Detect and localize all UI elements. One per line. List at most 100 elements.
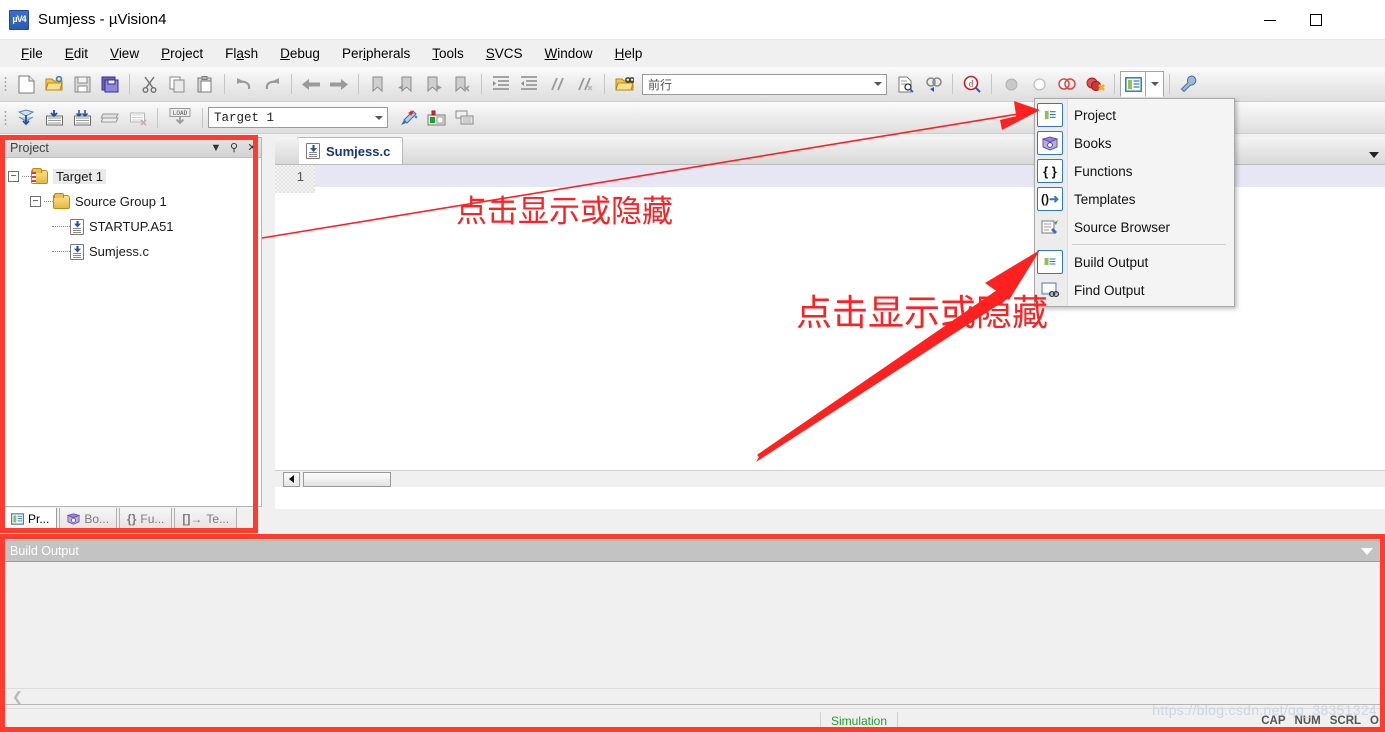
menu-project[interactable]: Project xyxy=(150,43,214,64)
tree-node-startup-a51[interactable]: STARTUP.A51 xyxy=(8,214,257,239)
navigate-back-button[interactable] xyxy=(297,71,325,97)
multi-project-button[interactable] xyxy=(450,105,478,131)
target-options-button[interactable] xyxy=(394,105,422,131)
tree-node-target[interactable]: − Target 1 xyxy=(8,164,257,189)
target-selector-value[interactable]: Target 1 xyxy=(209,111,370,125)
toolbar-grip[interactable] xyxy=(4,109,7,126)
debug-session-button[interactable]: d xyxy=(958,71,986,97)
menu-item-label: Build Output xyxy=(1074,254,1149,270)
menu-item-find-output[interactable]: Find Output xyxy=(1041,276,1234,304)
menu-debug[interactable]: Debug xyxy=(269,43,331,64)
tree-node-sumjess-c[interactable]: Sumjess.c xyxy=(8,239,257,264)
breakpoint-insert-button[interactable] xyxy=(997,71,1025,97)
project-window-toggle-button[interactable] xyxy=(1120,71,1146,97)
toolbar-grip[interactable] xyxy=(4,76,7,92)
stop-build-button[interactable] xyxy=(124,105,152,131)
batch-build-button[interactable] xyxy=(96,105,124,131)
tab-templates[interactable]: []→ Te... xyxy=(174,508,238,531)
uncomment-button[interactable] xyxy=(571,71,599,97)
comment-button[interactable] xyxy=(543,71,571,97)
bookmark-prev-icon xyxy=(398,76,412,92)
manage-components-button[interactable] xyxy=(422,105,450,131)
navigate-forward-button[interactable] xyxy=(325,71,353,97)
bookmark-clear-button[interactable] xyxy=(448,71,476,97)
pin-icon[interactable]: ⚲ xyxy=(225,139,243,157)
line-number: 1 xyxy=(296,168,304,184)
menu-peripherals[interactable]: Peripherals xyxy=(331,43,421,64)
outdent-button[interactable] xyxy=(515,71,543,97)
menu-item-books[interactable]: Books xyxy=(1037,129,1234,157)
indent-button[interactable] xyxy=(487,71,515,97)
editor-horizontal-scrollbar[interactable] xyxy=(275,470,1385,487)
build-output-content[interactable] xyxy=(4,562,1381,688)
menu-help[interactable]: Help xyxy=(604,43,654,64)
new-file-button[interactable] xyxy=(12,71,40,97)
bookmark-next-button[interactable] xyxy=(420,71,448,97)
find-in-files-button[interactable] xyxy=(610,71,638,97)
open-file-button[interactable] xyxy=(40,71,68,97)
chevron-left-icon[interactable]: ❮ xyxy=(12,690,23,703)
menu-separator xyxy=(1072,244,1226,245)
project-window-dropdown-button[interactable] xyxy=(1146,71,1164,97)
translate-button[interactable] xyxy=(12,105,40,131)
find-combo[interactable]: 前行 xyxy=(642,73,887,95)
rebuild-all-button[interactable] xyxy=(68,105,96,131)
bookmark-prev-button[interactable] xyxy=(392,71,420,97)
minimize-button[interactable] xyxy=(1247,0,1293,40)
incremental-find-button[interactable] xyxy=(919,71,947,97)
bookmark-toggle-button[interactable] xyxy=(364,71,392,97)
menu-tools[interactable]: Tools xyxy=(421,43,475,64)
find-input[interactable]: 前行 xyxy=(643,76,869,93)
tab-functions[interactable]: {} Fu... xyxy=(119,508,173,531)
paste-button[interactable] xyxy=(191,71,219,97)
build-target-button[interactable] xyxy=(40,105,68,131)
maximize-icon xyxy=(1310,14,1322,26)
close-button[interactable] xyxy=(1339,0,1385,40)
menu-item-source-browser[interactable]: Source Browser xyxy=(1041,213,1234,241)
scroll-thumb[interactable] xyxy=(303,471,391,487)
multi-project-icon xyxy=(455,110,473,125)
cut-button[interactable] xyxy=(135,71,163,97)
close-panel-icon[interactable]: ✕ xyxy=(243,139,261,157)
redo-button[interactable] xyxy=(258,71,286,97)
menu-item-build-output[interactable]: Build Output xyxy=(1037,248,1234,276)
editor-tab-sumjess-c[interactable]: Sumjess.c xyxy=(297,137,404,164)
panel-menu-icon[interactable]: ▼ xyxy=(207,139,225,157)
menu-svcs[interactable]: SVCS xyxy=(475,43,534,64)
tab-books[interactable]: Bo... xyxy=(59,508,118,531)
tab-project[interactable]: Pr... xyxy=(3,508,58,531)
target-selector-combo[interactable]: Target 1 xyxy=(208,107,388,128)
save-all-button[interactable] xyxy=(96,71,124,97)
menu-window[interactable]: Window xyxy=(534,43,604,64)
undo-button[interactable] xyxy=(230,71,258,97)
menu-item-project[interactable]: Project xyxy=(1037,101,1234,129)
save-button[interactable] xyxy=(68,71,96,97)
project-window-icon xyxy=(11,513,24,525)
editor-tab-menu-button[interactable] xyxy=(1369,152,1379,158)
menu-view[interactable]: View xyxy=(99,43,150,64)
target-selector-arrow[interactable] xyxy=(370,108,387,127)
toolbar-separator xyxy=(991,74,992,94)
menu-file[interactable]: File xyxy=(10,43,54,64)
bookmark-clear-icon xyxy=(455,76,470,92)
expand-toggle-icon[interactable]: − xyxy=(30,196,41,207)
maximize-button[interactable] xyxy=(1293,0,1339,40)
menu-item-functions[interactable]: { } Functions xyxy=(1037,157,1234,185)
menu-item-templates[interactable]: () ➜ Templates xyxy=(1037,185,1234,213)
download-button[interactable]: LOAD xyxy=(163,105,197,131)
menu-edit[interactable]: Edit xyxy=(54,43,99,64)
scroll-left-button[interactable] xyxy=(283,471,300,487)
breakpoint-enable-button[interactable] xyxy=(1025,71,1053,97)
tree-node-source-group[interactable]: − Source Group 1 xyxy=(8,189,257,214)
expand-toggle-icon[interactable]: − xyxy=(8,171,19,182)
configuration-button[interactable] xyxy=(1175,71,1203,97)
menu-flash[interactable]: Flash xyxy=(214,43,269,64)
chevron-down-icon[interactable] xyxy=(1361,547,1373,555)
tree-connector xyxy=(22,176,31,177)
find-combo-arrow[interactable] xyxy=(869,75,886,94)
breakpoint-disable-all-button[interactable] xyxy=(1053,71,1081,97)
breakpoint-kill-all-button[interactable] xyxy=(1081,71,1109,97)
build-output-scrollbar[interactable]: ❮ xyxy=(4,688,1381,704)
copy-button[interactable] xyxy=(163,71,191,97)
find-replace-button[interactable] xyxy=(891,71,919,97)
